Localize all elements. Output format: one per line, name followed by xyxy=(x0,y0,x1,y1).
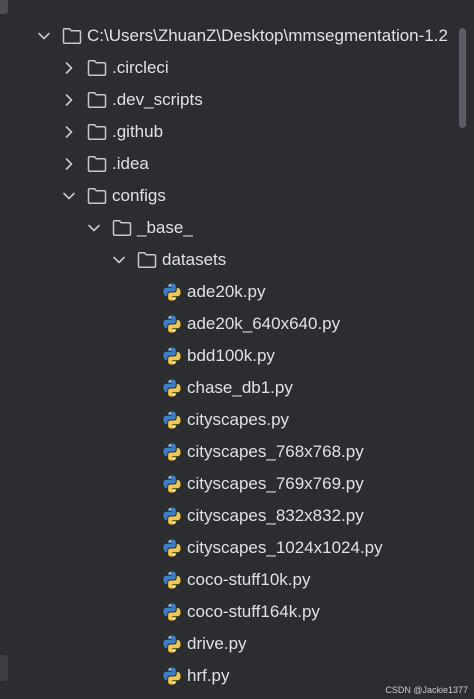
tree-row-file[interactable]: bdd100k.py xyxy=(0,340,474,372)
tree-item-label: .circleci xyxy=(112,58,169,77)
tree-row-file[interactable]: ade20k_640x640.py xyxy=(0,308,474,340)
tree-row-file[interactable]: cityscapes_768x768.py xyxy=(0,436,474,468)
watermark: CSDN @Jackie1377 xyxy=(385,685,468,695)
tree-item-label: ade20k_640x640.py xyxy=(187,314,341,333)
python-file-icon xyxy=(163,443,181,461)
tree-row-folder[interactable]: _base_ xyxy=(0,212,474,244)
folder-icon xyxy=(87,124,107,140)
tree-item-label: drive.py xyxy=(187,634,247,653)
python-file-icon xyxy=(163,507,181,525)
folder-icon xyxy=(87,188,107,204)
python-file-icon xyxy=(163,475,181,493)
folder-icon xyxy=(87,60,107,76)
tree-row-folder[interactable]: .circleci xyxy=(0,52,474,84)
python-file-icon xyxy=(163,379,181,397)
tree-item-label: configs xyxy=(112,186,166,205)
tree-item-label: cityscapes_768x768.py xyxy=(187,442,364,461)
tree-item-label: cityscapes_832x832.py xyxy=(187,506,364,525)
tree-item-label: bdd100k.py xyxy=(187,346,275,365)
python-file-icon xyxy=(163,539,181,557)
gutter-marker xyxy=(0,0,8,14)
folder-icon xyxy=(62,28,82,44)
chevron-down-icon[interactable] xyxy=(36,28,52,44)
tree-row-file[interactable]: ade20k.py xyxy=(0,276,474,308)
tree-row-folder[interactable]: datasets xyxy=(0,244,474,276)
vertical-scrollbar[interactable] xyxy=(459,28,466,128)
python-file-icon xyxy=(163,411,181,429)
tree-item-label: datasets xyxy=(162,250,227,269)
python-file-icon xyxy=(163,603,181,621)
tree-item-label: ade20k.py xyxy=(187,282,266,301)
project-tree-panel: C:\Users\ZhuanZ\Desktop\mmsegmentation-1… xyxy=(0,0,474,699)
python-file-icon xyxy=(163,347,181,365)
folder-icon xyxy=(87,156,107,172)
tree-item-label: coco-stuff10k.py xyxy=(187,570,311,589)
tree-item-label: .github xyxy=(112,122,164,141)
tree-item-label: C:\Users\ZhuanZ\Desktop\mmsegmentation-1… xyxy=(87,26,448,45)
tree-row-file[interactable]: coco-stuff164k.py xyxy=(0,596,474,628)
tree-item-label: hrf.py xyxy=(187,666,230,685)
python-file-icon xyxy=(163,667,181,685)
chevron-right-icon[interactable] xyxy=(61,92,77,108)
tree-row-root[interactable]: C:\Users\ZhuanZ\Desktop\mmsegmentation-1… xyxy=(0,20,474,52)
python-file-icon xyxy=(163,571,181,589)
folder-icon xyxy=(137,252,157,268)
tree-row-file[interactable]: cityscapes_1024x1024.py xyxy=(0,532,474,564)
tree-row-file[interactable]: coco-stuff10k.py xyxy=(0,564,474,596)
tree-item-label: _base_ xyxy=(137,218,193,237)
tree-row-folder[interactable]: .idea xyxy=(0,148,474,180)
chevron-down-icon[interactable] xyxy=(61,188,77,204)
tree-item-label: coco-stuff164k.py xyxy=(187,602,320,621)
tree-row-file[interactable]: chase_db1.py xyxy=(0,372,474,404)
tree-item-label: .idea xyxy=(112,154,149,173)
python-file-icon xyxy=(163,315,181,333)
tree-item-label: cityscapes_1024x1024.py xyxy=(187,538,383,557)
tree-item-label: chase_db1.py xyxy=(187,378,293,397)
tree-row-folder[interactable]: configs xyxy=(0,180,474,212)
chevron-right-icon[interactable] xyxy=(61,124,77,140)
tree-item-label: cityscapes.py xyxy=(187,410,290,429)
folder-icon xyxy=(112,220,132,236)
tree-item-label: cityscapes_769x769.py xyxy=(187,474,364,493)
tree-item-label: .dev_scripts xyxy=(112,90,203,109)
tree-row-file[interactable]: drive.py xyxy=(0,628,474,660)
tree-row-file[interactable]: cityscapes.py xyxy=(0,404,474,436)
chevron-down-icon[interactable] xyxy=(111,252,127,268)
folder-icon xyxy=(87,92,107,108)
tree-row-folder[interactable]: .dev_scripts xyxy=(0,84,474,116)
tree-row-file[interactable]: cityscapes_769x769.py xyxy=(0,468,474,500)
python-file-icon xyxy=(163,283,181,301)
python-file-icon xyxy=(163,635,181,653)
tree-row-folder[interactable]: .github xyxy=(0,116,474,148)
tree-row-file[interactable]: cityscapes_832x832.py xyxy=(0,500,474,532)
chevron-right-icon[interactable] xyxy=(61,156,77,172)
chevron-down-icon[interactable] xyxy=(86,220,102,236)
chevron-right-icon[interactable] xyxy=(61,60,77,76)
